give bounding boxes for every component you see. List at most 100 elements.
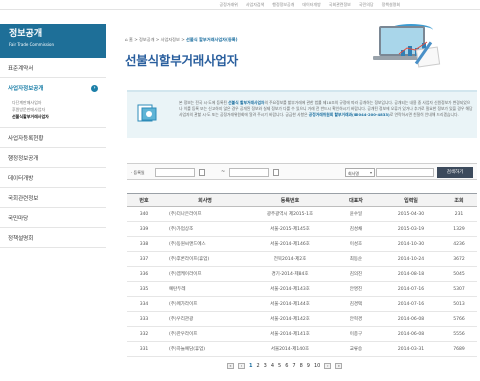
cell-ceo: 이성호 bbox=[331, 236, 381, 252]
cell-company[interactable]: (주)하늘예담(휴업) bbox=[161, 341, 249, 357]
table-row[interactable]: 339 (주)가업상조 서울-2015-제145호 김성채 2015-03-19 1329 bbox=[127, 221, 477, 237]
prev-page-button[interactable]: ‹ bbox=[238, 363, 245, 369]
cell-views: 5045 bbox=[441, 266, 477, 282]
table-row[interactable]: 335 예탄두레 서울-2014-제143호 안명진 2014-07-16 5307 bbox=[127, 281, 477, 297]
cell-no: 336 bbox=[127, 266, 161, 282]
table-row[interactable]: 338 (주)동원씨앤드에스 서울-2014-제146호 이성호 2014-10-30 4… bbox=[127, 236, 477, 252]
cell-views: 231 bbox=[441, 206, 477, 222]
table-row[interactable]: 336 (주)엠케이라이프 경기-2014-제84호 김의진 2014-08-18 504… bbox=[127, 266, 477, 282]
sidebar-item-policy-briefing[interactable]: 정책설명회 bbox=[0, 228, 106, 248]
cell-reg-no: 서울2014-제140호 bbox=[249, 341, 331, 357]
cell-reg-no: 서울-2015-제145호 bbox=[249, 221, 331, 237]
page-number[interactable]: 9 bbox=[307, 363, 310, 369]
sidebar-item-admin-info[interactable]: 행정정보공개 bbox=[0, 148, 106, 168]
search-type-select[interactable]: 회사명 bbox=[345, 168, 375, 177]
cell-no: 337 bbox=[127, 251, 161, 267]
cell-views: 3672 bbox=[441, 251, 477, 267]
calendar-icon[interactable] bbox=[273, 169, 279, 176]
page-number[interactable]: 4 bbox=[271, 363, 274, 369]
cell-reg-no: 서울-2014-제143호 bbox=[249, 281, 331, 297]
cell-date: 2014-06-08 bbox=[381, 326, 441, 342]
last-page-button[interactable]: » bbox=[335, 363, 343, 369]
cell-ceo: 이종구 bbox=[331, 326, 381, 342]
cell-date: 2014-10-30 bbox=[381, 236, 441, 252]
sidebar-sub-item-multilevel[interactable]: 다단계판매사업자 bbox=[12, 99, 106, 106]
breadcrumb-path: > 정보공개 > 사업자정보 > bbox=[132, 37, 187, 42]
start-date-input[interactable] bbox=[155, 168, 195, 177]
cell-views: 4236 bbox=[441, 236, 477, 252]
next-page-button[interactable]: › bbox=[324, 363, 332, 369]
page-number[interactable]: 3 bbox=[264, 363, 267, 369]
breadcrumb: ⌂ 홈 > 정보공개 > 사업자정보 > 선불식 할부거래사업자(등록) bbox=[125, 37, 238, 43]
cell-views: 1329 bbox=[441, 221, 477, 237]
header-ceo: 대표자 bbox=[331, 193, 381, 207]
page-number-current[interactable]: 1 bbox=[249, 363, 252, 369]
cell-reg-no: 서울-2014-제141호 bbox=[249, 326, 331, 342]
table-row[interactable]: 331 (주)하늘예담(휴업) 서울2014-제140호 교류승 2014-03-31 7… bbox=[127, 341, 477, 357]
page-number[interactable]: 10 bbox=[314, 363, 320, 369]
page-number[interactable]: 7 bbox=[292, 363, 295, 369]
cell-reg-no: 광주광역시 제2015-1호 bbox=[249, 206, 331, 222]
table-header-row: 번호 회사명 등록번호 대표자 입력일 조회 bbox=[127, 193, 477, 207]
info-text-part: 궁금한 사항은 bbox=[285, 112, 309, 117]
sidebar-item-open-data[interactable]: 데이터개방 bbox=[0, 168, 106, 188]
breadcrumb-current: 선불식 할부거래사업자(등록) bbox=[186, 37, 238, 42]
sidebar-item-assembly-info[interactable]: 국회관련정보 bbox=[0, 188, 106, 208]
sidebar-sub-item-prepaid-installment[interactable]: 선불식할부거래사업자 bbox=[12, 113, 106, 120]
cell-no: 335 bbox=[127, 281, 161, 297]
cell-reg-no: 서울-2014-제146호 bbox=[249, 236, 331, 252]
page-number[interactable]: 6 bbox=[285, 363, 288, 369]
cell-views: 5556 bbox=[441, 326, 477, 342]
header-no: 번호 bbox=[127, 193, 161, 207]
cell-company[interactable]: (주)동원씨앤드에스 bbox=[161, 236, 249, 252]
sidebar-sub-item-visiting-sales[interactable]: 후원방문판매사업자 bbox=[12, 106, 106, 113]
page-number[interactable]: 5 bbox=[278, 363, 281, 369]
page-number[interactable]: 8 bbox=[300, 363, 303, 369]
cell-company[interactable]: (주)한우라이프 bbox=[161, 326, 249, 342]
cell-no: 332 bbox=[127, 326, 161, 342]
document-money-icon bbox=[137, 104, 157, 122]
cell-views: 5307 bbox=[441, 281, 477, 297]
cell-company[interactable]: (주)후론라이프(휴업) bbox=[161, 251, 249, 267]
table-row[interactable]: 332 (주)한우라이프 서울-2014-제141호 이종구 2014-06-08 555… bbox=[127, 326, 477, 342]
cell-date: 2014-10-24 bbox=[381, 251, 441, 267]
table-row[interactable]: 340 (주)더나은라이프 광주광역시 제2015-1호 윤수일 2015-04-30 2… bbox=[127, 206, 477, 222]
cell-views: 7689 bbox=[441, 341, 477, 357]
cell-company[interactable]: (주)우리관광 bbox=[161, 311, 249, 327]
sidebar-item-label: 표준계약서 bbox=[8, 65, 34, 72]
cell-company[interactable]: (주)엠케이라이프 bbox=[161, 266, 249, 282]
cell-no: 340 bbox=[127, 206, 161, 222]
cell-ceo: 김성채 bbox=[331, 221, 381, 237]
search-button[interactable]: 검색하기 bbox=[437, 167, 473, 178]
page-number[interactable]: 2 bbox=[256, 363, 259, 369]
sidebar-item-label: 정책설명회 bbox=[8, 235, 34, 242]
cell-company[interactable]: (주)더나은라이프 bbox=[161, 206, 249, 222]
sidebar-subtitle: Fair Trade Commission bbox=[9, 42, 55, 47]
contact-phone: 공정거래위원회 할부거래과(☎044-200-4833) bbox=[308, 112, 390, 117]
cell-company[interactable]: (주)메가라이프 bbox=[161, 296, 249, 312]
table-row[interactable]: 334 (주)메가라이프 서울-2014-제144호 김경택 2014-07-16 501… bbox=[127, 296, 477, 312]
sidebar-item-business-info[interactable]: 사업자정보공개 › bbox=[0, 78, 106, 98]
cell-company[interactable]: 예탄두레 bbox=[161, 281, 249, 297]
cell-views: 5766 bbox=[441, 311, 477, 327]
cell-date: 2015-03-19 bbox=[381, 221, 441, 237]
sidebar-item-public-square[interactable]: 국민마당 bbox=[0, 208, 106, 228]
sidebar-item-standard-contracts[interactable]: 표준계약서 bbox=[0, 58, 106, 78]
search-input[interactable] bbox=[376, 168, 434, 177]
first-page-button[interactable]: « bbox=[227, 363, 234, 369]
header-date: 입력일 bbox=[381, 193, 441, 207]
search-bar: · 등록일 ~ 회사명 검색하기 bbox=[127, 163, 477, 180]
main-content: ⌂ 홈 > 정보공개 > 사업자정보 > 선불식 할부거래사업자(등록) 선불식… bbox=[121, 0, 480, 381]
company-table: 번호 회사명 등록번호 대표자 입력일 조회 340 (주)더나은라이프 광주광역시… bbox=[127, 193, 477, 357]
header-company: 회사명 bbox=[161, 193, 249, 207]
calendar-icon[interactable] bbox=[199, 169, 205, 176]
cell-company[interactable]: (주)가업상조 bbox=[161, 221, 249, 237]
sidebar-item-registration[interactable]: 사업자등록현황 bbox=[0, 128, 106, 148]
end-date-input[interactable] bbox=[229, 168, 269, 177]
table-row[interactable]: 333 (주)우리관광 서울-2014-제142호 안혁경 2014-06-08 5766 bbox=[127, 311, 477, 327]
sidebar: 정보공개 Fair Trade Commission 표준계약서 사업자정보공개… bbox=[0, 24, 106, 256]
sidebar-title: 정보공개 bbox=[9, 29, 43, 39]
table-row[interactable]: 337 (주)후론라이프(휴업) 전북2014-제2호 최동순 2014-10-24 36… bbox=[127, 251, 477, 267]
page-title: 선불식할부거래사업자 bbox=[125, 53, 239, 68]
cell-ceo: 윤수일 bbox=[331, 206, 381, 222]
